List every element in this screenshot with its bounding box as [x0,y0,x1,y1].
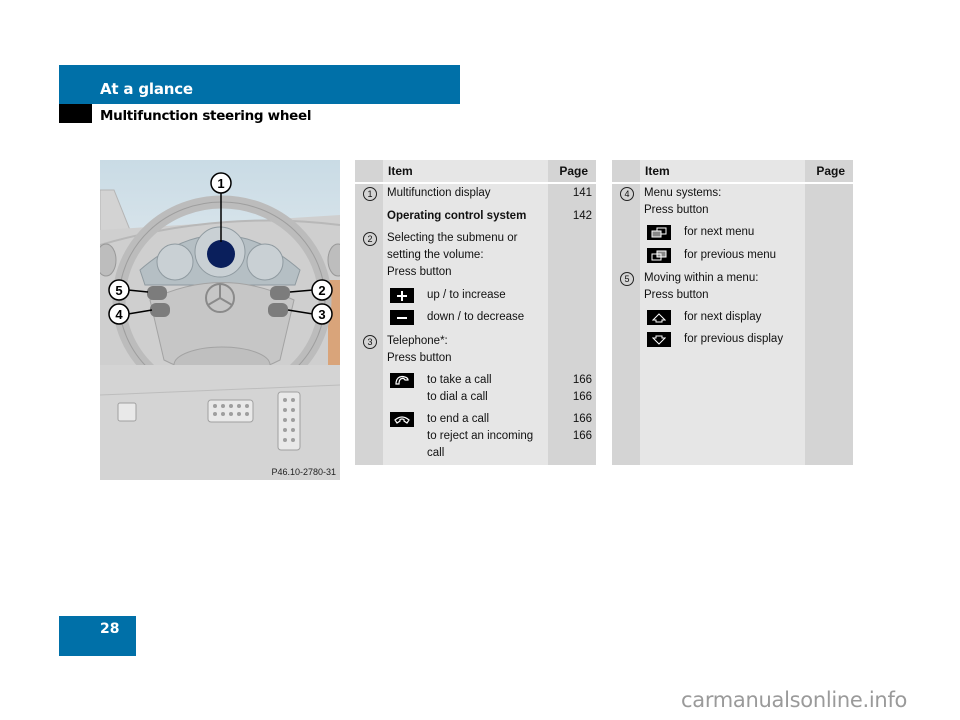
page-ref[interactable]: 166 [573,411,592,428]
page-ref[interactable]: 166 [573,389,592,406]
sub-item-text: to end a call [427,413,490,425]
svg-text:5: 5 [115,283,122,298]
header-page: Page [816,164,845,178]
table-header: Item Page [355,160,596,184]
item-text: Multifunction display [387,187,491,199]
item-number-2: 2 [363,232,377,246]
item-text: Press button [387,352,452,364]
page-number-band [59,616,136,656]
svg-text:4: 4 [115,307,123,322]
callout-3: 3 [311,303,333,325]
callout-2: 2 [311,279,333,301]
svg-text:3: 3 [318,307,325,322]
sub-item-text: to take a call [427,374,492,386]
item-number-5: 5 [620,272,634,286]
up-arrow-icon [647,310,671,325]
item-text: Press button [644,289,709,301]
figure-id: P46.10-2780-31 [271,467,336,477]
item-number-4: 4 [620,187,634,201]
left-gauge [156,243,194,281]
down-arrow-icon [647,332,671,347]
item-number-3: 3 [363,335,377,349]
items-table-left: Item Page 1 Multifunction display 141 Op… [355,160,596,465]
page-ref[interactable]: 142 [573,208,592,225]
svg-text:1: 1 [217,176,224,191]
callout-1: 1 [210,172,232,194]
brake-pedal [207,399,254,423]
sub-item-text: up / to increase [427,289,506,301]
sub-item-text: for previous menu [684,249,777,261]
right-gauge [246,243,284,281]
callout-4: 4 [108,303,130,325]
subsection-marker [59,104,92,123]
multifunction-display-highlight [207,240,235,268]
subsection-title: Multifunction steering wheel [100,108,312,124]
item-text: Selecting the submenu or [387,232,518,244]
items-table-right: Item Page 4 Menu systems: Press button f… [612,160,853,465]
item-text: Moving within a menu: [644,272,759,284]
minus-icon [390,310,414,325]
item-text: Press button [644,204,709,216]
item-text: Press button [387,266,452,278]
sub-item-text: for next menu [684,226,755,238]
steering-wheel-illustration: 1 5 4 2 3 P46.10-2780-31 [100,160,340,480]
parking-brake-pedal [117,402,137,422]
header-page: Page [559,164,588,178]
plus-icon [390,288,414,303]
item-text: Telephone*: [387,335,448,347]
page-ref[interactable]: 166 [573,372,592,389]
item-text: setting the volume: [387,249,484,261]
header-item: Item [388,164,413,178]
accelerator-pedal [277,391,301,451]
page-ref[interactable]: 166 [573,428,592,445]
button-4[interactable] [150,303,170,317]
sub-item-text: for next display [684,311,762,323]
item-text: Menu systems: [644,187,722,199]
item-text: Operating control system [387,210,527,222]
next-menu-icon [647,225,671,240]
previous-menu-icon [647,248,671,263]
svg-text:2: 2 [318,283,325,298]
sub-item-text: for previous display [684,333,784,345]
phone-pickup-icon [390,373,414,388]
sub-item-text: to reject an incoming [427,430,534,442]
table-header: Item Page [612,160,853,184]
sub-item-text: down / to decrease [427,311,525,323]
steering-wheel-drawing: 1 5 4 2 3 [100,160,340,480]
callout-5: 5 [108,279,130,301]
phone-hangup-icon [390,412,414,427]
button-5[interactable] [147,286,167,300]
page-ref[interactable]: 141 [573,185,592,202]
left-vent [100,243,117,277]
page-number: 28 [100,621,120,637]
watermark[interactable]: carmanualsonline.info [681,688,907,712]
button-2[interactable] [270,286,290,300]
sub-item-text: to dial a call [427,391,488,403]
header-item: Item [645,164,670,178]
section-title: At a glance [100,80,193,98]
item-number-1: 1 [363,187,377,201]
sub-item-text: call [427,447,445,459]
button-3[interactable] [268,303,288,317]
